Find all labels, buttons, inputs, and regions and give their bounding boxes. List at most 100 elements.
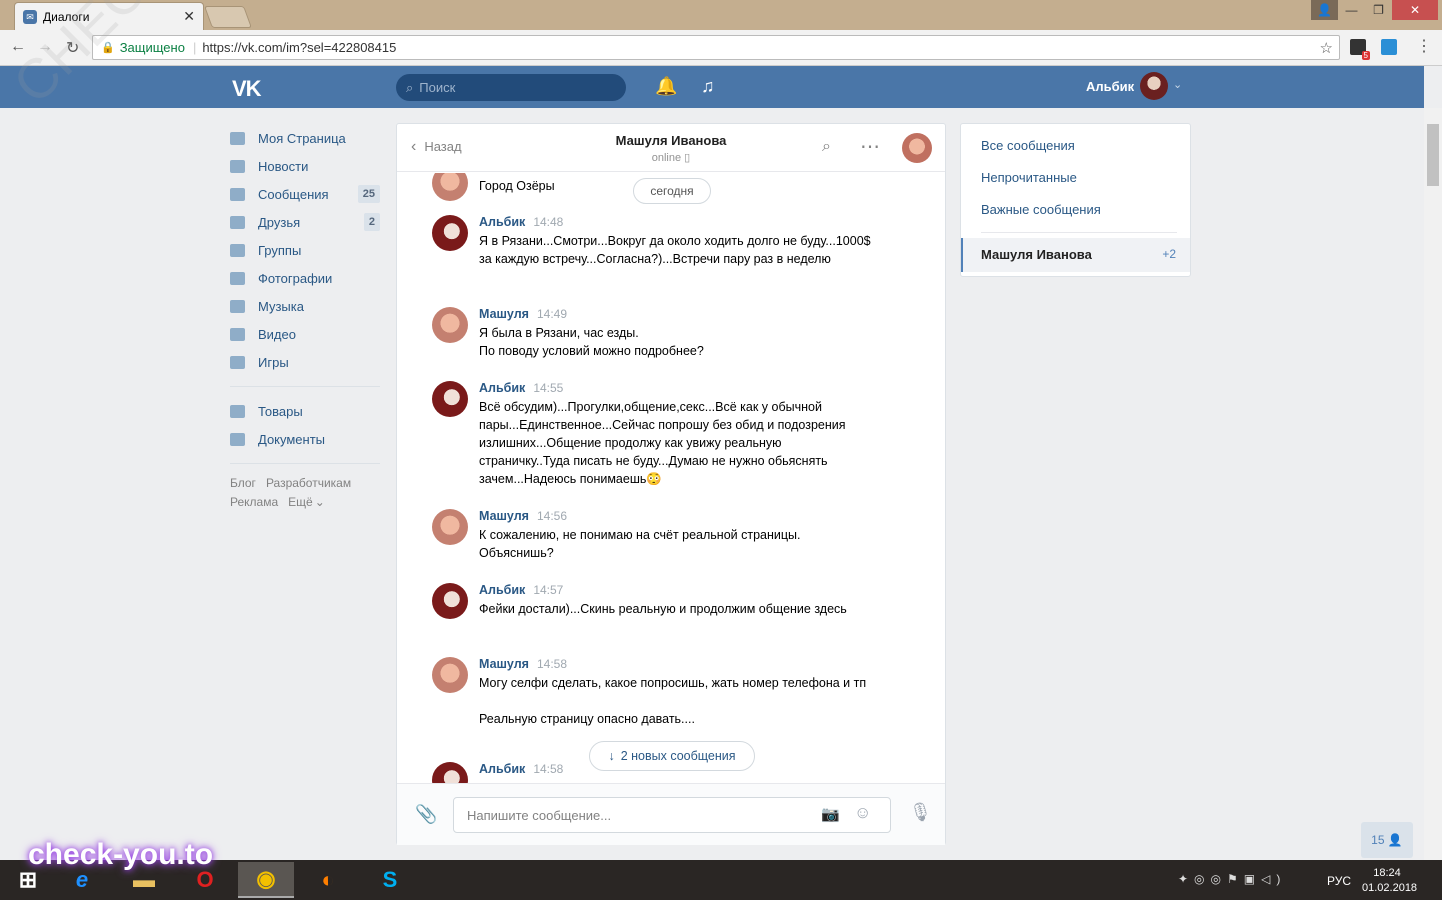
microphone-icon[interactable]: 🎙 bbox=[909, 802, 932, 823]
scrollbar-thumb[interactable] bbox=[1427, 124, 1439, 186]
new-messages-button[interactable]: ↓ 2 новых сообщения bbox=[589, 741, 755, 771]
emoji-icon[interactable]: ☺ bbox=[854, 803, 871, 823]
message-text: Фейки достали)...Скинь реальную и продол… bbox=[479, 602, 847, 616]
menu-item-news[interactable]: Новости bbox=[230, 152, 380, 180]
chrome-icon[interactable]: ◉ bbox=[238, 862, 294, 898]
menu-divider bbox=[230, 463, 380, 464]
menu-item-messages[interactable]: Сообщения 25 bbox=[230, 180, 380, 208]
camera-icon[interactable]: 📷 bbox=[821, 805, 840, 823]
menu-item-label: Друзья bbox=[258, 214, 301, 230]
minimize-button[interactable]: — bbox=[1338, 0, 1365, 20]
group-icon bbox=[230, 243, 245, 257]
page-scrollbar[interactable] bbox=[1424, 108, 1442, 860]
message-author[interactable]: Альбик 14:57 bbox=[479, 583, 563, 597]
header-avatar[interactable] bbox=[1140, 72, 1168, 100]
author-name: Альбик bbox=[479, 215, 526, 229]
menu-item-games[interactable]: Игры bbox=[230, 348, 380, 376]
avatar[interactable] bbox=[432, 583, 468, 619]
extension-badge: 5 bbox=[1361, 51, 1370, 60]
menu-item-my-page[interactable]: Моя Страница bbox=[230, 124, 380, 152]
menu-item-photos[interactable]: Фотографии bbox=[230, 264, 380, 292]
header-user-name[interactable]: Альбик bbox=[1086, 79, 1134, 94]
profile-icon[interactable]: 👤 bbox=[1311, 0, 1338, 20]
firefox-icon[interactable]: ◐ bbox=[300, 862, 356, 898]
footer-link-ads[interactable]: Реклама bbox=[230, 495, 278, 509]
system-tray[interactable]: ✦◎◎⚑▣◁) bbox=[1178, 872, 1286, 886]
extension-icon[interactable]: 5 bbox=[1350, 39, 1370, 60]
menu-item-label: Товары bbox=[258, 403, 303, 419]
menu-item-label: Новости bbox=[258, 158, 309, 174]
search-input[interactable] bbox=[419, 80, 600, 95]
menu-item-documents[interactable]: Документы bbox=[230, 425, 380, 453]
document-icon bbox=[230, 432, 245, 446]
footer-link-developers[interactable]: Разработчикам bbox=[266, 476, 351, 490]
close-tab-icon[interactable]: ✕ bbox=[183, 8, 195, 25]
bookmark-star-icon[interactable]: ☆ bbox=[1320, 39, 1333, 57]
message-text: Могу селфи сделать, какое попросишь, жат… bbox=[479, 676, 867, 726]
message-author[interactable]: Машуля 14:58 bbox=[479, 657, 567, 671]
menu-item-label: Видео bbox=[258, 326, 296, 342]
message-author[interactable]: Машуля 14:49 bbox=[479, 307, 567, 321]
message-author[interactable]: Альбик 14:55 bbox=[479, 381, 563, 395]
online-friends-button[interactable]: 15 👤 bbox=[1361, 822, 1413, 858]
avatar[interactable] bbox=[432, 657, 468, 693]
restore-button[interactable]: ❐ bbox=[1365, 0, 1392, 20]
filter-all-messages[interactable]: Все сообщения bbox=[981, 138, 1075, 153]
reload-icon[interactable]: ↻ bbox=[66, 38, 79, 58]
forward-arrow-icon[interactable]: → bbox=[37, 38, 53, 56]
filter-unread[interactable]: Непрочитанные bbox=[981, 170, 1077, 185]
menu-item-groups[interactable]: Группы bbox=[230, 236, 380, 264]
vk-logo[interactable]: VK bbox=[232, 76, 262, 102]
back-arrow-icon[interactable]: ← bbox=[10, 38, 26, 56]
menu-item-goods[interactable]: Товары bbox=[230, 397, 380, 425]
footer-link-blog[interactable]: Блог bbox=[230, 476, 256, 490]
active-conversation-item[interactable]: Машуля Иванова +2 bbox=[961, 238, 1190, 272]
unread-count: +2 bbox=[1162, 247, 1176, 261]
message-author[interactable]: Машуля 14:56 bbox=[479, 509, 567, 523]
close-window-button[interactable]: ✕ bbox=[1392, 0, 1438, 20]
paperclip-icon[interactable]: 📎 bbox=[415, 804, 437, 825]
lock-icon: 🔒 bbox=[101, 42, 115, 54]
message-author[interactable]: Альбик 14:48 bbox=[479, 215, 563, 229]
message-time: 14:57 bbox=[533, 583, 564, 597]
more-dots-icon[interactable]: ⋯ bbox=[860, 134, 880, 159]
clock-date: 01.02.2018 bbox=[1362, 882, 1418, 894]
message-author[interactable]: Альбик 14:58 bbox=[479, 762, 563, 776]
author-name: Машуля bbox=[479, 657, 529, 671]
search-box[interactable]: ⌕ bbox=[396, 74, 626, 101]
taskbar-clock[interactable]: 18:24 01.02.2018 bbox=[1362, 866, 1418, 896]
menu-item-video[interactable]: Видео bbox=[230, 320, 380, 348]
bell-icon[interactable]: 🔔 bbox=[655, 76, 677, 97]
search-icon[interactable]: ⌕ bbox=[822, 138, 831, 156]
date-separator: сегодня bbox=[633, 178, 711, 204]
menu-item-label: Игры bbox=[258, 354, 289, 370]
contact-avatar[interactable] bbox=[902, 133, 932, 163]
browser-tab[interactable]: ✉ Диалоги ✕ bbox=[14, 2, 204, 30]
avatar[interactable] bbox=[432, 509, 468, 545]
windows-taskbar: ⊞ e ▬ O ◉ ◐ S ✦◎◎⚑▣◁) РУС 18:24 01.02.20… bbox=[0, 860, 1442, 900]
chevron-down-icon[interactable]: ⌄ bbox=[1173, 78, 1182, 91]
menu-item-label: Моя Страница bbox=[258, 130, 346, 146]
shield-extension-icon[interactable] bbox=[1381, 39, 1397, 55]
skype-icon[interactable]: S bbox=[362, 862, 418, 898]
omnibox[interactable]: 🔒 Защищено | https://vk.com/im?sel=42280… bbox=[92, 35, 1340, 60]
avatar[interactable] bbox=[432, 762, 468, 783]
music-note-icon[interactable]: ♫ bbox=[701, 76, 715, 97]
filter-important[interactable]: Важные сообщения bbox=[981, 202, 1101, 217]
new-tab-button[interactable] bbox=[203, 6, 253, 28]
language-indicator[interactable]: РУС bbox=[1327, 874, 1351, 888]
friends-count-badge: 2 bbox=[363, 213, 380, 231]
menu-item-friends[interactable]: Друзья 2 bbox=[230, 208, 380, 236]
menu-item-label: Фотографии bbox=[258, 270, 333, 286]
message-time: 14:49 bbox=[536, 307, 567, 321]
panel-divider bbox=[981, 232, 1177, 233]
menu-item-music[interactable]: Музыка bbox=[230, 292, 380, 320]
footer-link-more[interactable]: Ещё bbox=[288, 495, 313, 509]
avatar[interactable] bbox=[432, 307, 468, 343]
avatar[interactable] bbox=[432, 173, 468, 201]
menu-dots-icon[interactable]: ⋮ bbox=[1416, 36, 1432, 56]
message-history[interactable]: Город Озёры сегодня Альбик 14:48 Я в Ряза… bbox=[397, 173, 945, 783]
url-text[interactable]: https://vk.com/im?sel=422808415 bbox=[202, 40, 396, 55]
avatar[interactable] bbox=[432, 215, 468, 251]
avatar[interactable] bbox=[432, 381, 468, 417]
